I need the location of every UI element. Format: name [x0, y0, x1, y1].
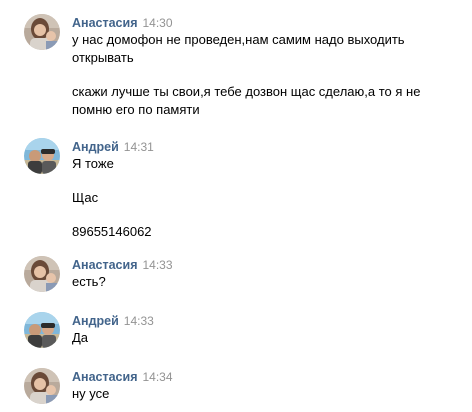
message-author-link[interactable]: Анастасия [72, 16, 138, 30]
message-text: есть? [72, 274, 106, 289]
message-time[interactable]: 14:30 [143, 16, 173, 30]
message-author-link[interactable]: Анастасия [72, 370, 138, 384]
message-feed: Анастасия 14:30 у нас домофон не проведен… [0, 0, 472, 412]
message-time[interactable]: 14:33 [124, 314, 154, 328]
message-header: Андрей 14:33 [72, 312, 462, 329]
message-body: Анастасия 14:34 ну усе [72, 368, 462, 403]
message-author-link[interactable]: Андрей [72, 314, 119, 328]
message-text: Да [72, 330, 89, 345]
message-text: скажи лучше ты свои,я тебе дозвон щас сд… [72, 84, 421, 117]
message-text: 89655146062 [72, 224, 152, 239]
message-time[interactable]: 14:34 [143, 370, 173, 384]
message-body: Андрей 14:31 Я тоже Щас 89655146062 [72, 138, 462, 241]
message-author-link[interactable]: Анастасия [72, 258, 138, 272]
message-header: Андрей 14:31 [72, 138, 462, 155]
user-avatar-anastasia-icon[interactable] [24, 256, 60, 292]
user-avatar-anastasia-icon[interactable] [24, 14, 60, 50]
message-header: Анастасия 14:34 [72, 368, 462, 385]
user-avatar-andrey-icon[interactable] [24, 138, 60, 174]
message-time[interactable]: 14:33 [143, 258, 173, 272]
message-author-link[interactable]: Андрей [72, 140, 119, 154]
message-text: у нас домофон не проведен,нам самим надо… [72, 32, 405, 65]
message-header: Анастасия 14:30 [72, 14, 462, 31]
message-text: ну усе [72, 386, 110, 401]
user-avatar-anastasia-icon[interactable] [24, 368, 60, 404]
message-header: Анастасия 14:33 [72, 256, 462, 273]
message-time[interactable]: 14:31 [124, 140, 154, 154]
message-text: Щас [72, 190, 99, 205]
message-text: Я тоже [72, 156, 114, 171]
user-avatar-andrey-icon[interactable] [24, 312, 60, 348]
message-body: Анастасия 14:30 у нас домофон не проведен… [72, 14, 462, 119]
message-body: Анастасия 14:33 есть? [72, 256, 462, 291]
message-body: Андрей 14:33 Да [72, 312, 462, 347]
